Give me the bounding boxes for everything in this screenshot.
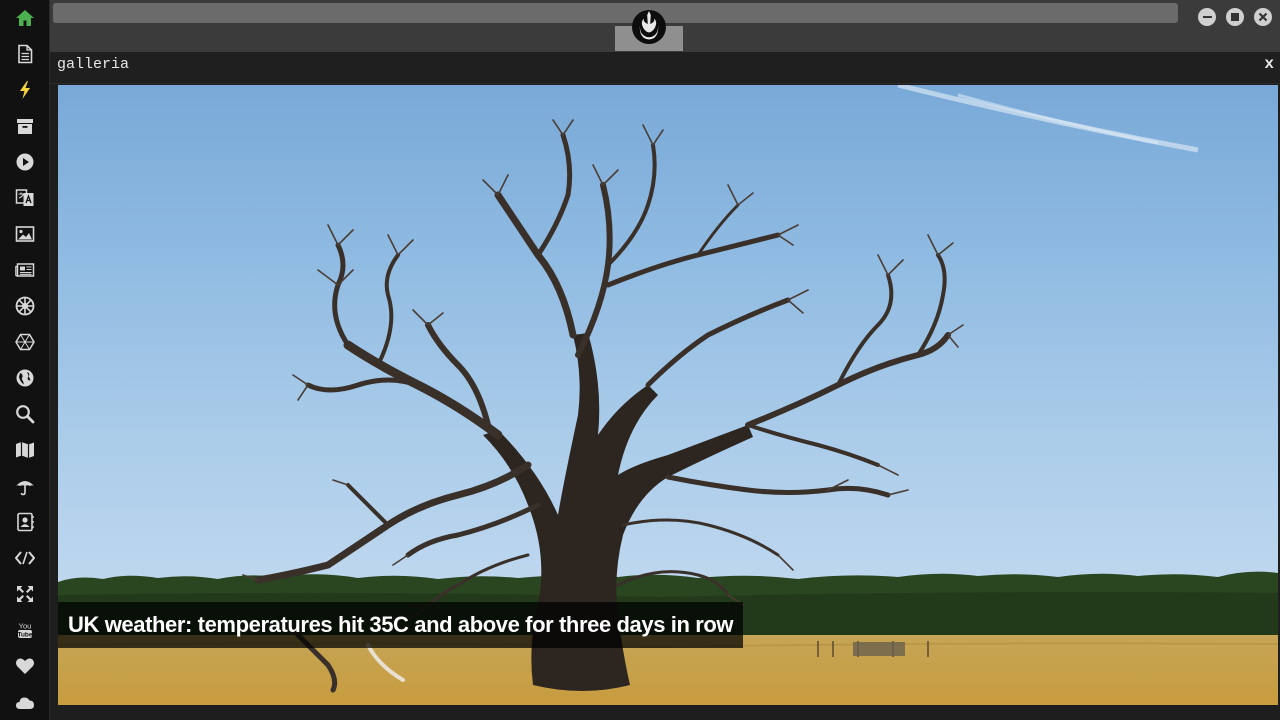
minimize-icon [1202, 15, 1212, 19]
play-icon [16, 153, 34, 171]
close-icon [1258, 12, 1268, 22]
svg-text:You: You [19, 622, 32, 631]
sidebar-item-hexagon[interactable] [12, 329, 38, 355]
sidebar-item-contacts[interactable] [12, 509, 38, 535]
galactic-empire-icon [15, 296, 35, 316]
sidebar-item-umbrella[interactable] [12, 473, 38, 499]
sidebar-item-galactic-empire[interactable] [12, 293, 38, 319]
sidebar: You Tube [0, 0, 50, 720]
rebel-alliance-icon[interactable] [631, 8, 667, 44]
sidebar-item-image[interactable] [12, 221, 38, 247]
window-minimize-button[interactable] [1198, 8, 1216, 26]
sidebar-item-globe[interactable] [12, 365, 38, 391]
sidebar-item-search[interactable] [12, 401, 38, 427]
lightning-icon [20, 81, 30, 99]
translate-icon [15, 189, 34, 206]
expand-icon [17, 586, 33, 602]
hexagon-icon [15, 333, 35, 351]
panel-close-button[interactable]: x [1264, 55, 1274, 73]
bottom-strip [50, 705, 1280, 720]
sidebar-item-cloud[interactable] [12, 689, 38, 715]
sidebar-item-expand[interactable] [12, 581, 38, 607]
newspaper-icon [15, 263, 35, 277]
code-icon [15, 551, 35, 565]
sidebar-item-favorites[interactable] [12, 653, 38, 679]
heart-icon [15, 658, 35, 674]
sidebar-item-youtube[interactable]: You Tube [12, 617, 38, 643]
address-bar[interactable] [53, 3, 1178, 23]
sidebar-item-archive[interactable] [12, 113, 38, 139]
archive-icon [17, 119, 33, 134]
search-icon [16, 405, 35, 424]
sidebar-item-document[interactable] [12, 41, 38, 67]
top-bar [50, 0, 1280, 52]
globe-icon [16, 369, 34, 387]
image-icon [15, 226, 35, 242]
sidebar-item-code[interactable] [12, 545, 38, 571]
maximize-icon [1231, 13, 1239, 21]
panel-title: galleria [57, 56, 130, 73]
sidebar-item-newspaper[interactable] [12, 257, 38, 283]
photo-caption: UK weather: temperatures hit 35C and abo… [58, 602, 744, 648]
youtube-icon: YouTube [17, 622, 32, 639]
sidebar-item-lightning[interactable] [12, 77, 38, 103]
sidebar-item-play[interactable] [12, 149, 38, 175]
map-icon [16, 442, 34, 458]
cloud-icon [16, 697, 34, 709]
contact-book-icon [17, 512, 34, 532]
home-icon [16, 10, 34, 26]
sidebar-item-home[interactable] [12, 5, 38, 31]
window-maximize-button[interactable] [1226, 8, 1244, 26]
umbrella-icon [16, 481, 34, 496]
gallery-viewer[interactable]: UK weather: temperatures hit 35C and abo… [58, 85, 1278, 705]
window-close-button[interactable] [1254, 8, 1272, 26]
sidebar-item-translate[interactable] [12, 185, 38, 211]
document-icon [18, 44, 33, 64]
panel-header: galleria x [50, 52, 1280, 84]
sidebar-item-map[interactable] [12, 437, 38, 463]
svg-text:Tube: Tube [17, 632, 32, 639]
